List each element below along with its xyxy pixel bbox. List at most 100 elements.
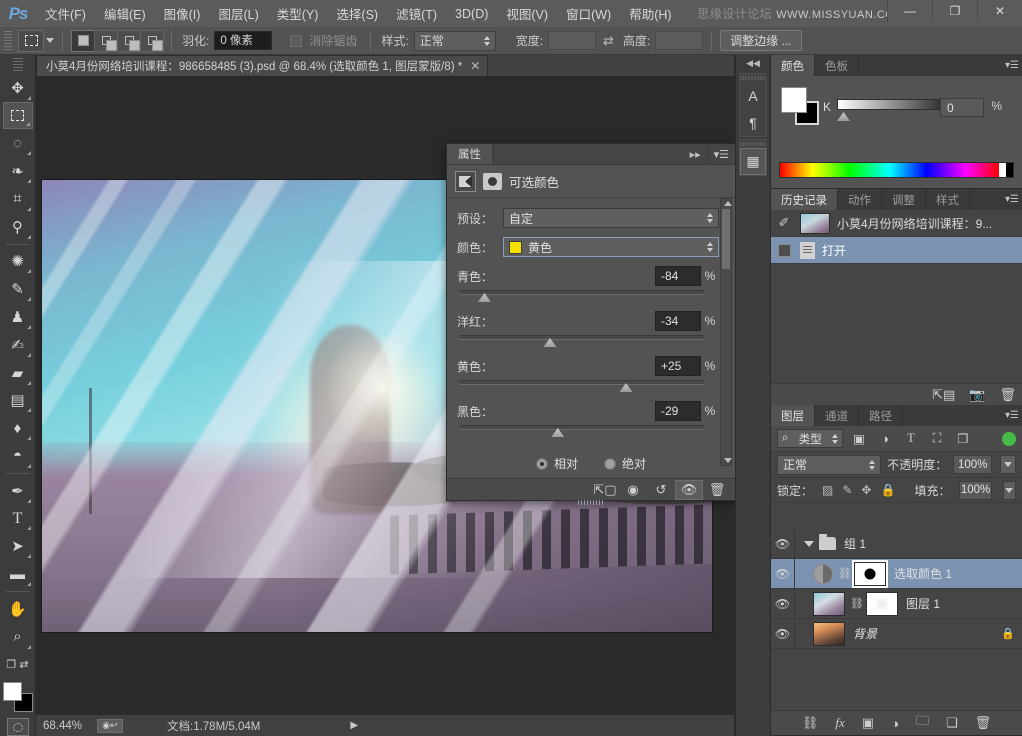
height-input[interactable] [655,31,703,50]
blend-mode-select[interactable]: 正常 [777,455,881,475]
character-panel-icon[interactable]: A [740,82,766,109]
quick-mask-toggle[interactable] [7,718,29,736]
link-mask-icon[interactable]: ⛓ [850,597,861,610]
tab-actions[interactable]: 动作 [838,189,882,210]
k-channel-input[interactable]: 0 [940,98,984,117]
lock-position-icon[interactable]: ✥ [861,483,871,497]
layer-mask-thumbnail[interactable] [866,592,898,616]
delete-state-icon[interactable]: 🗑 [999,387,1016,403]
3d-panel-icon[interactable]: ▦ [740,148,766,175]
cyan-value-input[interactable]: -84 [655,266,701,286]
reset-icon[interactable]: ↺ [647,480,675,500]
tab-adjustments[interactable]: 调整 [882,189,926,210]
new-fill-adjustment-icon[interactable]: ◑ [891,716,899,731]
table-row[interactable]: 👁 背景 🔒 [771,619,1022,649]
layer-visibility-icon[interactable]: 👁 [771,619,795,648]
scroll-up-arrow-icon[interactable] [724,201,732,206]
spot-healing-brush-tool[interactable]: ✺ [3,248,33,276]
crop-tool[interactable]: ⌗ [3,185,33,213]
history-brush-source-checkbox[interactable] [778,244,791,257]
refine-edge-button[interactable]: 调整边缘 ... [720,30,801,51]
pen-tool[interactable]: ✒ [3,477,33,505]
status-menu-play-icon[interactable]: ▶ [350,720,358,731]
restore-button[interactable]: ❐ [932,0,977,22]
delete-layer-icon[interactable]: 🗑 [975,715,992,731]
close-button[interactable]: ✕ [977,0,1022,22]
history-snapshot-row[interactable]: ✐ 小莫4月份网络培训课程：9... [771,210,1022,237]
antialias-checkbox[interactable] [290,35,302,47]
paragraph-panel-icon[interactable]: ¶ [740,109,766,136]
absolute-radio[interactable]: 绝对 [604,455,646,472]
selective-color-icon[interactable] [483,173,502,190]
panel-menu-icon[interactable]: ▾☰ [707,144,735,164]
layer-thumbnail[interactable] [813,592,845,616]
layer-thumbnail[interactable] [813,622,845,646]
quick-selection-tool[interactable]: ❧ [3,157,33,185]
new-document-from-state-icon[interactable]: ⇱▤ [932,387,955,403]
toggle-visibility-icon[interactable]: 👁 [675,480,703,500]
layer-visibility-icon[interactable]: 👁 [771,559,795,588]
panel-menu-icon[interactable]: ▾☰ [1002,405,1022,426]
magenta-slider-track[interactable] [459,335,705,340]
menu-edit[interactable]: 编辑(E) [95,0,155,27]
history-brush-tool[interactable]: ✍ [3,331,33,359]
document-profile-icon[interactable]: ◉↩ [97,719,123,733]
marquee-tool-icon[interactable] [18,30,44,52]
menu-image[interactable]: 图像(I) [155,0,210,27]
clip-to-layer-icon[interactable]: ⇱▢ [591,480,619,500]
scrollbar-thumb[interactable] [722,209,730,269]
color-spectrum-ramp[interactable] [779,162,1014,178]
yellow-value-input[interactable]: +25 [655,356,701,376]
brush-tool[interactable]: ✎ [3,275,33,303]
filter-adjustment-icon[interactable]: ◑ [875,432,895,446]
add-layer-style-icon[interactable]: fx [835,715,844,731]
cyan-slider-track[interactable] [459,290,705,295]
preset-select[interactable]: 自定 [503,208,719,228]
foreground-color-swatch[interactable] [781,87,807,113]
black-slider[interactable] [457,423,719,439]
type-tool[interactable]: T [3,505,33,533]
filter-smartobject-icon[interactable]: ❐ [953,431,973,446]
swap-arrows-icon[interactable]: ⇄ [603,33,614,49]
zoom-tool[interactable]: ⌕ [3,623,33,651]
panel-menu-icon[interactable]: ▾☰ [1002,189,1022,210]
radio-selected-icon[interactable] [536,458,548,470]
radio-unselected-icon[interactable] [604,458,616,470]
collapse-dock-icon[interactable]: ◀◀ [736,55,770,71]
menu-select[interactable]: 选择(S) [327,0,387,27]
lock-transparent-pixels-icon[interactable]: ▨ [822,483,833,497]
tab-history[interactable]: 历史记录 [771,189,838,210]
clone-stamp-tool[interactable]: ♟ [3,303,33,331]
layer-mask-thumbnail[interactable] [854,562,886,586]
menu-window[interactable]: 窗口(W) [557,0,620,27]
new-snapshot-icon[interactable]: 📷 [969,387,985,403]
menu-filter[interactable]: 滤镜(T) [387,0,446,27]
new-selection-button[interactable] [71,30,95,52]
toolbar-grip[interactable] [13,58,23,72]
blur-tool[interactable]: ♦ [3,414,33,442]
table-row[interactable]: 👁 ⛓ 选取颜色 1 [771,559,1022,589]
tab-color[interactable]: 颜色 [771,55,815,76]
fill-input[interactable]: 100% [959,481,991,500]
opacity-chevron-down-icon[interactable] [1000,455,1016,474]
double-chevron-right-icon[interactable]: ▸▸ [684,144,707,164]
filter-pixel-icon[interactable]: ▣ [849,431,869,446]
menu-file[interactable]: 文件(F) [36,0,95,27]
group-grip[interactable] [740,140,766,148]
close-icon[interactable]: ✕ [470,59,480,73]
menu-layer[interactable]: 图层(L) [209,0,267,27]
group-grip[interactable] [740,74,766,82]
dodge-tool[interactable]: ◓ [3,442,33,470]
new-group-icon[interactable]: 🗀 [916,712,929,734]
filter-shape-icon[interactable]: ⛶ [927,431,947,446]
yellow-slider[interactable] [457,378,719,394]
tab-layers[interactable]: 图层 [771,405,815,426]
panel-menu-icon[interactable]: ▾☰ [1002,55,1022,76]
hand-tool[interactable]: ✋ [3,595,33,623]
table-row[interactable]: 👁 组 1 [771,529,1022,559]
color-panel-swatches[interactable] [781,87,819,125]
marquee-tool[interactable] [3,102,33,130]
properties-panel[interactable]: 属性 ▸▸ ▾☰ 可选颜色 预设： 自定 颜 [446,143,736,501]
style-select[interactable]: 正常 [414,31,496,51]
zoom-level[interactable]: 68.44% [43,720,97,732]
